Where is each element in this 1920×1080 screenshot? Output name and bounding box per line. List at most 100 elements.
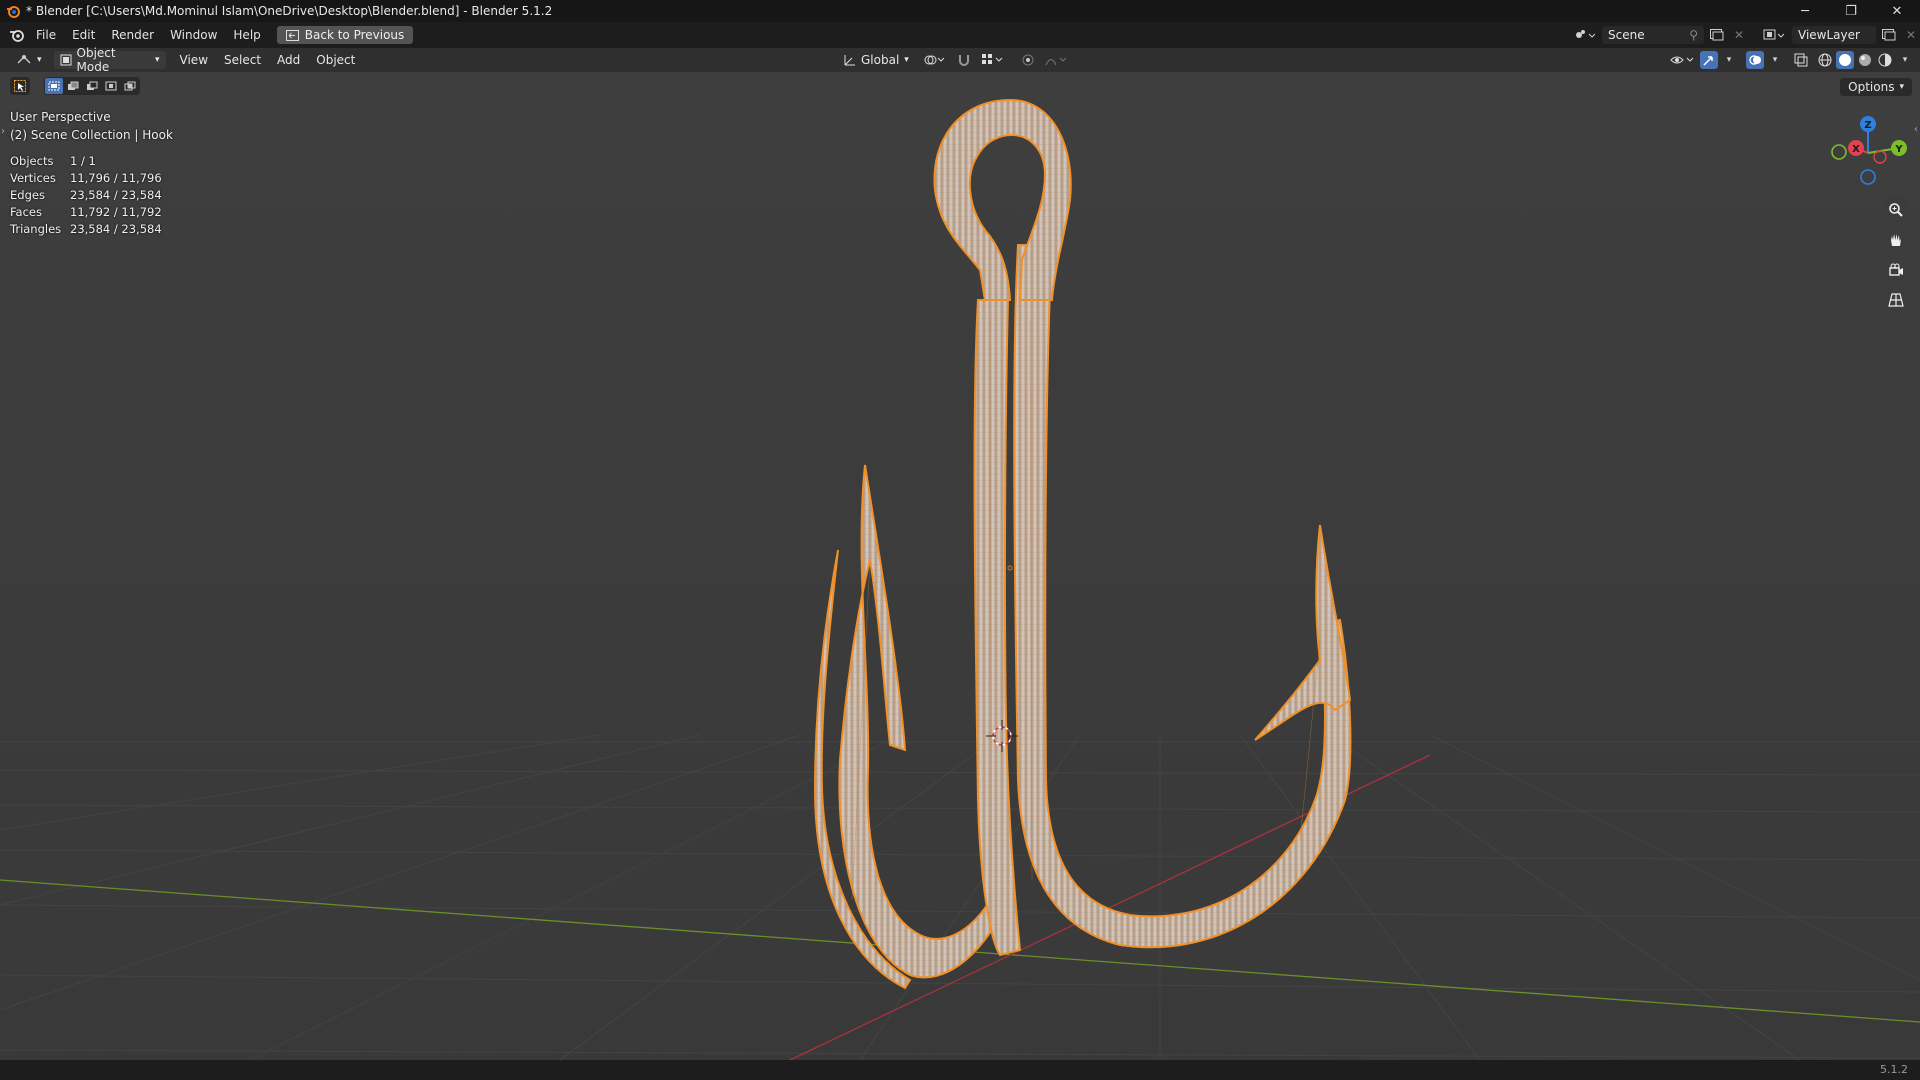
material-preview-icon[interactable] [1856,51,1874,69]
zoom-icon [1888,202,1904,218]
menu-add[interactable]: Add [269,53,308,67]
stat-row: Vertices 11,796 / 11,796 [10,170,162,187]
pin-icon[interactable]: ⚲ [1689,28,1698,42]
tool-settings-row [10,77,140,95]
options-label: Options [1848,80,1895,94]
status-bar: 5.1.2 [0,1060,1920,1080]
gizmo-dropdown-icon[interactable]: ▾ [1720,51,1738,69]
camera-icon [1888,262,1904,278]
view-layer-icon[interactable] [1760,26,1788,44]
sidebar-toggle-icon[interactable]: ‹ [1914,124,1918,135]
maximize-button[interactable]: ❐ [1828,0,1874,22]
gizmo-y-label: Y [1894,144,1903,155]
view-layer-name: ViewLayer [1798,28,1860,42]
stat-value: 1 / 1 [70,154,96,168]
xray-toggle-icon[interactable] [1792,51,1810,69]
stat-label: Triangles [10,222,62,236]
camera-view-button[interactable] [1883,257,1909,283]
minimize-button[interactable]: ─ [1782,0,1828,22]
menu-view[interactable]: View [172,53,216,67]
gizmo-x-label: X [1852,144,1860,155]
snap-magnet-icon[interactable] [955,51,973,69]
orientation-axes-icon [842,53,856,67]
editor-type-dropdown[interactable]: ▾ [10,51,48,69]
menu-render[interactable]: Render [103,28,162,42]
menu-file[interactable]: File [28,28,64,42]
object-mode-label: Object Mode [76,46,116,74]
wireframe-shading-icon[interactable] [1816,51,1834,69]
chevron-down-icon: ▾ [37,55,42,65]
menu-object[interactable]: Object [308,53,363,67]
gizmo-toggle-icon[interactable] [1700,51,1718,69]
select-intersect-icon[interactable] [121,78,139,94]
close-button[interactable]: ✕ [1874,0,1920,22]
blender-menu-icon[interactable] [6,28,28,42]
snap-increment-icon[interactable] [979,51,1007,69]
menu-select[interactable]: Select [216,53,269,67]
falloff-curve-icon[interactable] [1043,51,1071,69]
stat-label: Faces [10,205,42,219]
new-scene-icon[interactable] [1708,26,1726,44]
menu-edit[interactable]: Edit [64,28,103,42]
viewport-header: ▾ Object Mode ▾ View Select Add Object G… [0,46,1920,74]
transform-orientation-label: Global [861,53,900,67]
editor-3d-view-icon [16,53,32,67]
object-mode-dropdown[interactable]: Object Mode ▾ [53,46,166,74]
stat-value: 23,584 / 23,584 [70,222,162,236]
new-view-layer-icon[interactable] [1880,26,1898,44]
select-tool-button[interactable] [10,77,30,95]
scene-field[interactable]: Scene ⚲ [1602,26,1704,44]
select-subtract-icon[interactable] [83,78,101,94]
toolbar-toggle-icon[interactable]: › [1,126,5,137]
stat-row: Faces 11,792 / 11,792 [10,204,162,221]
select-new-icon[interactable] [45,78,63,94]
menu-help[interactable]: Help [225,28,268,42]
rendered-shading-icon[interactable] [1876,51,1894,69]
stat-value: 11,796 / 11,796 [70,171,162,185]
options-dropdown[interactable]: Options ▾ [1840,78,1912,96]
top-menu-bar: File Edit Render Window Help Back to Pre… [0,22,1920,48]
stat-row: Triangles 23,584 / 23,584 [10,221,162,238]
back-screen-icon [285,29,299,41]
stat-value: 23,584 / 23,584 [70,188,162,202]
scene-statistics: Objects 1 / 1 Vertices 11,796 / 11,796 Edg… [10,153,162,238]
remove-view-layer-icon[interactable]: ✕ [1902,26,1920,44]
view-layer-field[interactable]: ViewLayer [1792,26,1876,44]
pivot-point-icon[interactable] [921,51,949,69]
back-to-previous-button[interactable]: Back to Previous [276,26,414,44]
pan-button[interactable] [1883,227,1909,253]
window-title: * Blender [C:\Users\Md.Mominul Islam\One… [26,4,553,18]
version-label: 5.1.2 [1880,1063,1908,1076]
menu-window[interactable]: Window [162,28,225,42]
chevron-down-icon: ▾ [1899,82,1904,92]
zoom-button[interactable] [1883,197,1909,223]
viewport-scene[interactable] [0,72,1920,1060]
select-extend-icon[interactable] [64,78,82,94]
chevron-down-icon: ▾ [155,55,160,65]
visibility-eye-icon[interactable] [1668,51,1698,69]
orthographic-toggle-button[interactable] [1883,287,1909,313]
selection-mode-group [44,77,140,95]
chevron-down-icon: ▾ [904,55,909,65]
3d-viewport[interactable]: Z Y X [0,72,1920,1060]
grid-perspective-icon [1888,292,1904,308]
transform-orientation-dropdown[interactable]: Global ▾ [836,51,915,69]
select-invert-icon[interactable] [102,78,120,94]
title-bar: * Blender [C:\Users\Md.Mominul Islam\One… [0,0,1920,22]
shading-dropdown-icon[interactable]: ▾ [1896,51,1914,69]
hand-icon [1888,232,1904,248]
stat-value: 11,792 / 11,792 [70,205,162,219]
remove-scene-icon[interactable]: ✕ [1730,26,1748,44]
gizmo-z-label: Z [1864,120,1871,131]
proportional-editing-icon[interactable] [1019,51,1037,69]
stat-label: Vertices [10,171,56,185]
navigation-gizmo[interactable]: Z Y X [1823,108,1913,198]
overlays-dropdown-icon[interactable]: ▾ [1766,51,1784,69]
solid-shading-icon[interactable] [1836,51,1854,69]
perspective-label: User Perspective [10,110,111,124]
blender-logo-icon [6,4,20,18]
overlays-toggle-icon[interactable] [1746,51,1764,69]
back-to-previous-label: Back to Previous [304,28,405,42]
stat-row: Edges 23,584 / 23,584 [10,187,162,204]
scene-icon[interactable] [1570,26,1598,44]
